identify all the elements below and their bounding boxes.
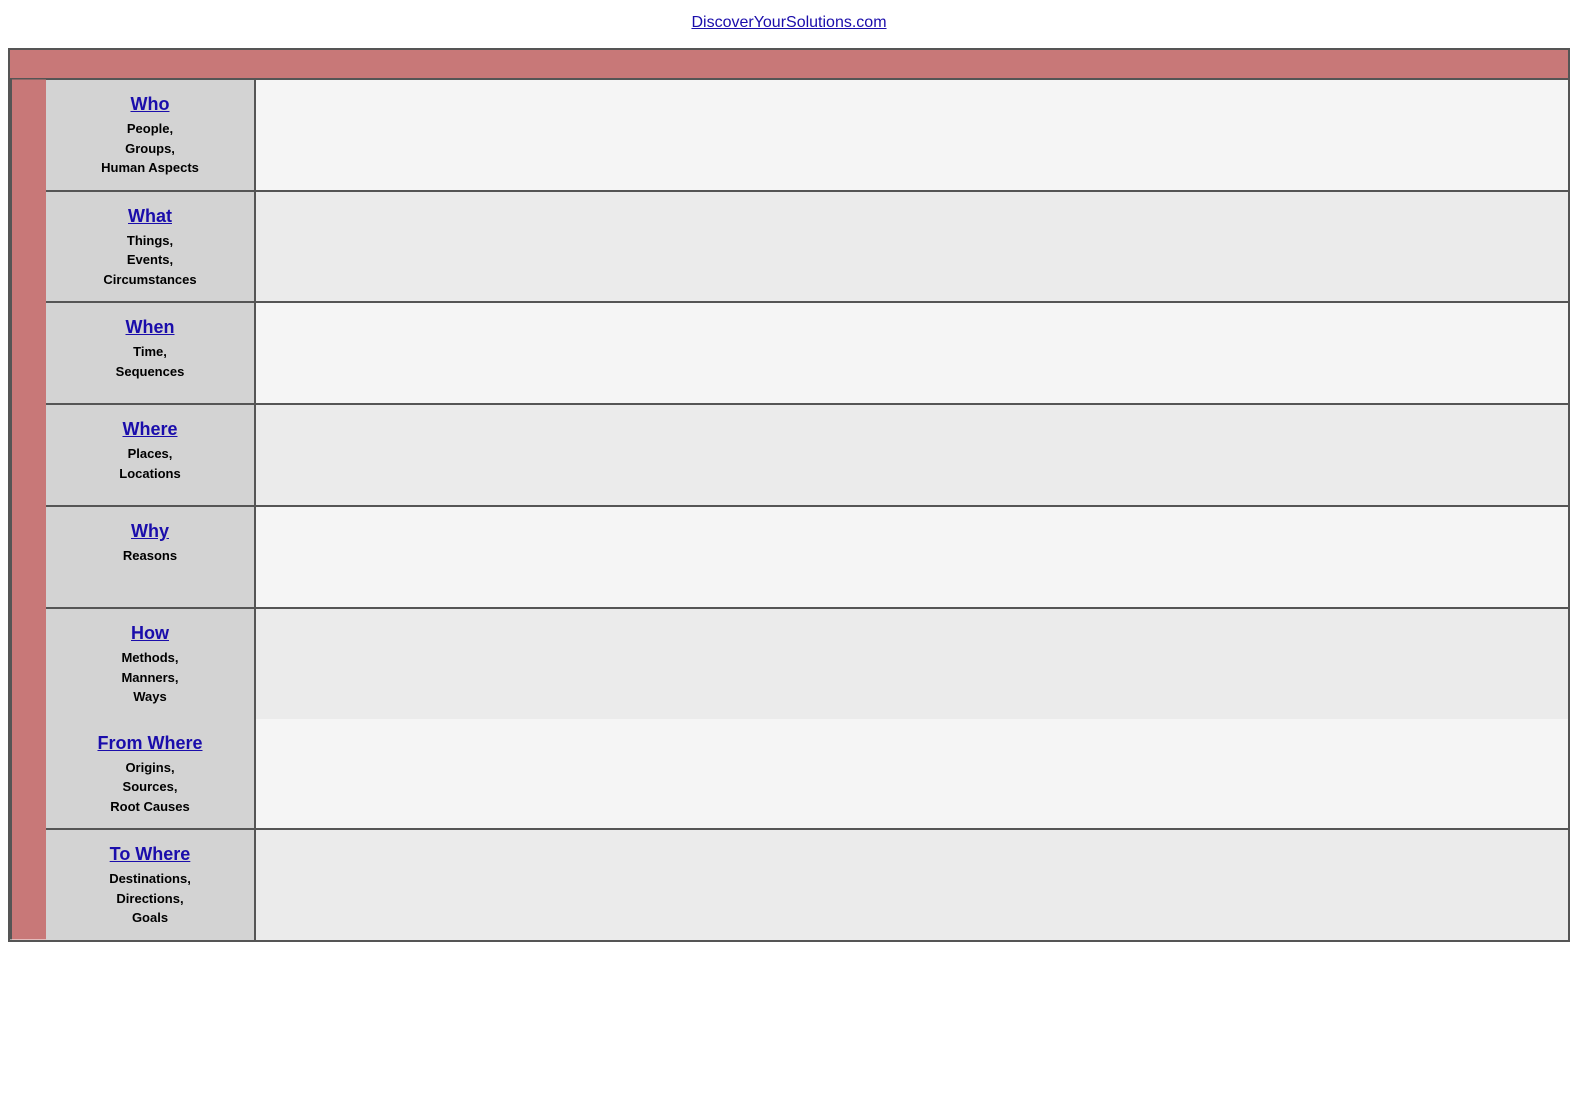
row-label-when: When Time,Sequences (46, 303, 256, 403)
row-label-to-where: To Where Destinations,Directions,Goals (46, 830, 256, 940)
row-link-when[interactable]: When (126, 317, 175, 338)
section-1: Who People,Groups,Human Aspects What Things… (46, 80, 1568, 719)
row-link-who[interactable]: Who (131, 94, 170, 115)
page-subtitle: DiscoverYourSolutions.com (0, 14, 1578, 32)
row-link-how[interactable]: How (131, 623, 169, 644)
table-row-to-where: To Where Destinations,Directions,Goals (46, 830, 1568, 940)
row-content-who (256, 80, 1568, 190)
row-content-why (256, 507, 1568, 607)
row-label-who: Who People,Groups,Human Aspects (46, 80, 256, 190)
rows-container: Who People,Groups,Human Aspects What Things… (46, 80, 1568, 940)
row-content-what (256, 192, 1568, 302)
row-label-from-where: From Where Origins,Sources,Root Causes (46, 719, 256, 829)
row-subtext-why: Reasons (123, 546, 177, 566)
row-content-to-where (256, 830, 1568, 940)
row-subtext-where: Places,Locations (119, 444, 180, 483)
page-header: DiscoverYourSolutions.com (0, 0, 1578, 38)
section-2: From Where Origins,Sources,Root Causes To … (46, 719, 1568, 940)
table-row-who: Who People,Groups,Human Aspects (46, 80, 1568, 192)
row-content-when (256, 303, 1568, 403)
objective-header (10, 50, 1568, 80)
row-subtext-what: Things,Events,Circumstances (103, 231, 196, 290)
row-subtext-from-where: Origins,Sources,Root Causes (110, 758, 189, 817)
table-body: Who People,Groups,Human Aspects What Things… (10, 80, 1568, 940)
row-content-from-where (256, 719, 1568, 829)
row-subtext-who: People,Groups,Human Aspects (101, 119, 199, 178)
table-row-how: How Methods,Manners,Ways (46, 609, 1568, 719)
row-subtext-how: Methods,Manners,Ways (121, 648, 178, 707)
row-link-why[interactable]: Why (131, 521, 169, 542)
subtitle-link[interactable]: DiscoverYourSolutions.com (691, 14, 886, 31)
table-row-from-where: From Where Origins,Sources,Root Causes (46, 719, 1568, 831)
table-row-where: Where Places,Locations (46, 405, 1568, 507)
row-link-where[interactable]: Where (122, 419, 177, 440)
row-label-how: How Methods,Manners,Ways (46, 609, 256, 719)
table-row-when: When Time,Sequences (46, 303, 1568, 405)
table-row-what: What Things,Events,Circumstances (46, 192, 1568, 304)
row-link-what[interactable]: What (128, 206, 172, 227)
row-label-where: Where Places,Locations (46, 405, 256, 505)
main-table: Who People,Groups,Human Aspects What Things… (8, 48, 1570, 942)
row-label-why: Why Reasons (46, 507, 256, 607)
row-subtext-when: Time,Sequences (116, 342, 185, 381)
row-subtext-to-where: Destinations,Directions,Goals (109, 869, 191, 928)
table-row-why: Why Reasons (46, 507, 1568, 609)
row-content-how (256, 609, 1568, 719)
row-link-to-where[interactable]: To Where (110, 844, 191, 865)
row-content-where (256, 405, 1568, 505)
row-label-what: What Things,Events,Circumstances (46, 192, 256, 302)
row-link-from-where[interactable]: From Where (97, 733, 202, 754)
sidebar-label (10, 80, 46, 940)
